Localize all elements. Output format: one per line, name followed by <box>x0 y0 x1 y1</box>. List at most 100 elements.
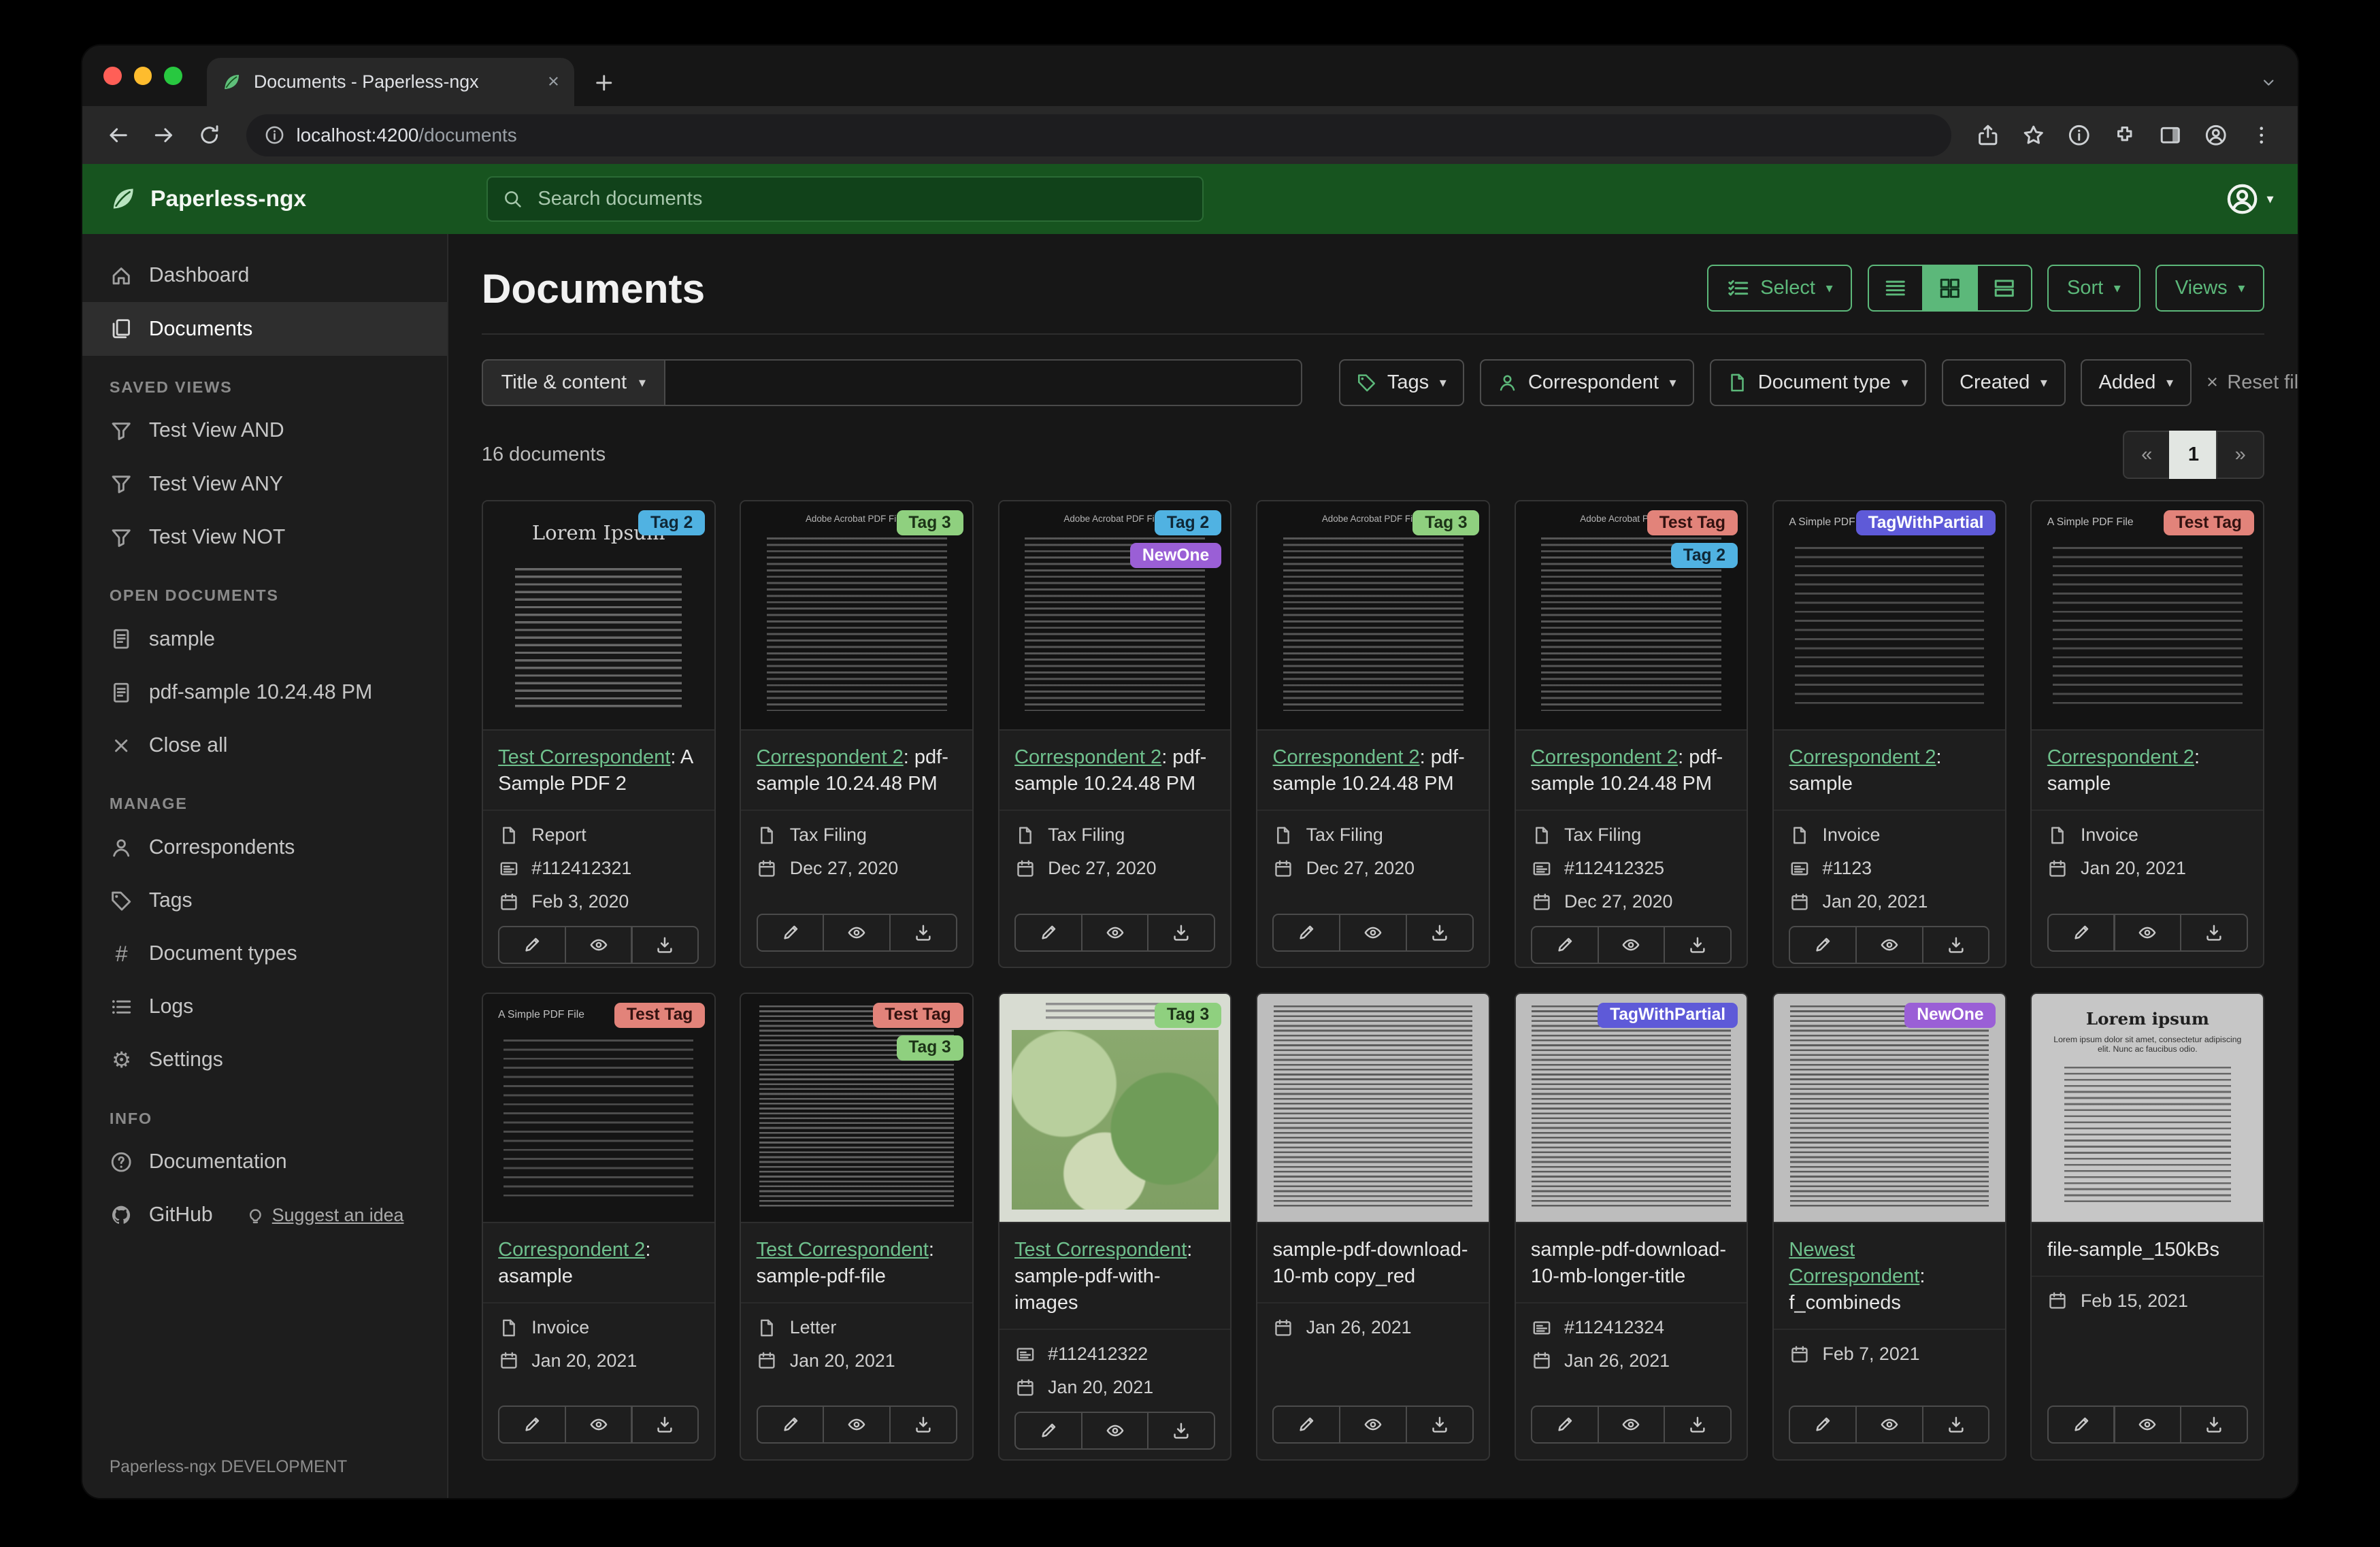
download-button[interactable] <box>2180 1405 2248 1444</box>
edit-button[interactable] <box>1014 914 1082 952</box>
document-thumbnail[interactable]: A Simple PDF FileTagWithPartial <box>1774 501 2005 731</box>
correspondent-link[interactable]: Correspondent 2 <box>1531 746 1678 768</box>
correspondent-link[interactable]: Correspondent 2 <box>2047 746 2194 768</box>
edit-button[interactable] <box>2047 1405 2115 1444</box>
view-button[interactable] <box>1339 1405 1407 1444</box>
download-button[interactable] <box>1406 1405 1474 1444</box>
search-input[interactable] <box>535 186 1187 212</box>
download-button[interactable] <box>1147 914 1215 952</box>
sort-button[interactable]: Sort ▾ <box>2047 265 2141 312</box>
download-button[interactable] <box>1406 914 1474 952</box>
sidebar-item-settings[interactable]: ⚙Settings <box>82 1033 447 1086</box>
view-button[interactable] <box>2113 914 2181 952</box>
suggest-an-idea-link[interactable]: Suggest an idea <box>246 1205 404 1226</box>
sidebar-item-dashboard[interactable]: Dashboard <box>82 249 447 302</box>
back-button[interactable] <box>97 114 140 157</box>
edit-button[interactable] <box>1531 1405 1599 1444</box>
view-button[interactable] <box>565 1405 633 1444</box>
view-button[interactable] <box>1339 914 1407 952</box>
tag-badge[interactable]: Test Tag <box>614 1003 705 1028</box>
download-button[interactable] <box>889 1405 957 1444</box>
sidebar-item-close-all[interactable]: Close all <box>82 719 447 772</box>
download-button[interactable] <box>631 1405 699 1444</box>
sidebar-item-tags[interactable]: Tags <box>82 874 447 927</box>
forward-button[interactable] <box>143 114 186 157</box>
document-thumbnail[interactable]: Test TagTag 3 <box>741 994 972 1223</box>
sidebar-item-correspondents[interactable]: Correspondents <box>82 821 447 874</box>
view-button[interactable] <box>823 914 891 952</box>
edit-button[interactable] <box>1531 926 1599 964</box>
browser-menu-button[interactable] <box>2240 114 2283 157</box>
sidebar-item-documentation[interactable]: Documentation <box>82 1135 447 1188</box>
document-thumbnail[interactable]: TagWithPartial <box>1516 994 1747 1223</box>
address-bar[interactable]: localhost:4200/documents <box>246 114 1952 157</box>
view-button[interactable] <box>1081 914 1149 952</box>
document-thumbnail[interactable]: A Simple PDF FileTest Tag <box>2032 501 2263 731</box>
split-view-button[interactable] <box>2149 114 2192 157</box>
document-thumbnail[interactable]: A Simple PDF FileTest Tag <box>483 994 714 1223</box>
zoom-window-button[interactable] <box>164 67 182 85</box>
close-window-button[interactable] <box>103 67 122 85</box>
download-button[interactable] <box>2180 914 2248 952</box>
reset-filters-button[interactable]: × Reset filters <box>2207 371 2298 394</box>
document-thumbnail[interactable]: Adobe Acrobat PDF FilesTest TagTag 2 <box>1516 501 1747 731</box>
tab-close-icon[interactable]: × <box>548 71 559 93</box>
document-thumbnail[interactable]: Tag 3 <box>999 994 1231 1223</box>
edit-button[interactable] <box>1272 914 1340 952</box>
pagination-prev-button[interactable]: « <box>2123 431 2171 479</box>
correspondent-link[interactable]: Correspondent 2 <box>1272 746 1419 768</box>
correspondent-link[interactable]: Correspondent 2 <box>1789 746 1936 768</box>
browser-tab[interactable]: Documents - Paperless-ngx × <box>207 58 575 106</box>
bookmark-button[interactable] <box>2013 114 2055 157</box>
correspondent-link[interactable]: Test Correspondent <box>1014 1239 1187 1261</box>
correspondent-link[interactable]: Correspondent 2 <box>757 746 904 768</box>
view-button[interactable] <box>1598 1405 1666 1444</box>
download-button[interactable] <box>1664 926 1732 964</box>
share-button[interactable] <box>1967 114 2010 157</box>
select-button[interactable]: Select ▾ <box>1707 265 1852 312</box>
new-tab-button[interactable] <box>593 71 616 95</box>
document-thumbnail[interactable] <box>1257 994 1489 1223</box>
extensions-button[interactable] <box>2104 114 2147 157</box>
correspondent-link[interactable]: Correspondent 2 <box>498 1239 645 1261</box>
page-status-button[interactable] <box>2058 114 2101 157</box>
tag-badge[interactable]: Tag 3 <box>1412 510 1479 535</box>
tag-badge[interactable]: Tag 2 <box>1155 510 1221 535</box>
document-thumbnail[interactable]: Adobe Acrobat PDF FilesTag 2NewOne <box>999 501 1231 731</box>
edit-button[interactable] <box>498 926 566 964</box>
tab-search-icon[interactable] <box>2260 74 2277 91</box>
edit-button[interactable] <box>1789 926 1857 964</box>
view-list-button[interactable] <box>1868 265 1923 312</box>
browser-profile-button[interactable] <box>2195 114 2238 157</box>
edit-button[interactable] <box>1789 1405 1857 1444</box>
view-button[interactable] <box>2113 1405 2181 1444</box>
sidebar-item-documents[interactable]: Documents <box>82 302 447 355</box>
filter-tags-button[interactable]: Tags▾ <box>1339 359 1465 406</box>
views-button[interactable]: Views ▾ <box>2155 265 2264 312</box>
tag-badge[interactable]: NewOne <box>1904 1003 1996 1028</box>
reload-button[interactable] <box>188 114 231 157</box>
edit-button[interactable] <box>2047 914 2115 952</box>
view-button[interactable] <box>565 926 633 964</box>
tag-badge[interactable]: Test Tag <box>1647 510 1738 535</box>
download-button[interactable] <box>1922 1405 1990 1444</box>
filter-text-input[interactable] <box>665 359 1302 406</box>
document-thumbnail[interactable]: Adobe Acrobat PDF FilesTag 3 <box>741 501 972 731</box>
view-details-button[interactable] <box>1977 265 2032 312</box>
tag-badge[interactable]: Tag 3 <box>897 510 963 535</box>
pagination-page-1-button[interactable]: 1 <box>2169 431 2217 479</box>
download-button[interactable] <box>1664 1405 1732 1444</box>
view-grid-button[interactable] <box>1922 265 1978 312</box>
sidebar-item-document-types[interactable]: #Document types <box>82 927 447 980</box>
tag-badge[interactable]: NewOne <box>1130 543 1221 568</box>
correspondent-link[interactable]: Test Correspondent <box>757 1239 929 1261</box>
tag-badge[interactable]: Tag 3 <box>897 1035 963 1061</box>
download-button[interactable] <box>889 914 957 952</box>
tag-badge[interactable]: Test Tag <box>2164 510 2254 535</box>
download-button[interactable] <box>631 926 699 964</box>
sidebar-item-logs[interactable]: Logs <box>82 980 447 1033</box>
edit-button[interactable] <box>1272 1405 1340 1444</box>
filter-correspondent-button[interactable]: Correspondent▾ <box>1480 359 1694 406</box>
view-button[interactable] <box>1855 926 1923 964</box>
global-search[interactable] <box>486 176 1204 222</box>
